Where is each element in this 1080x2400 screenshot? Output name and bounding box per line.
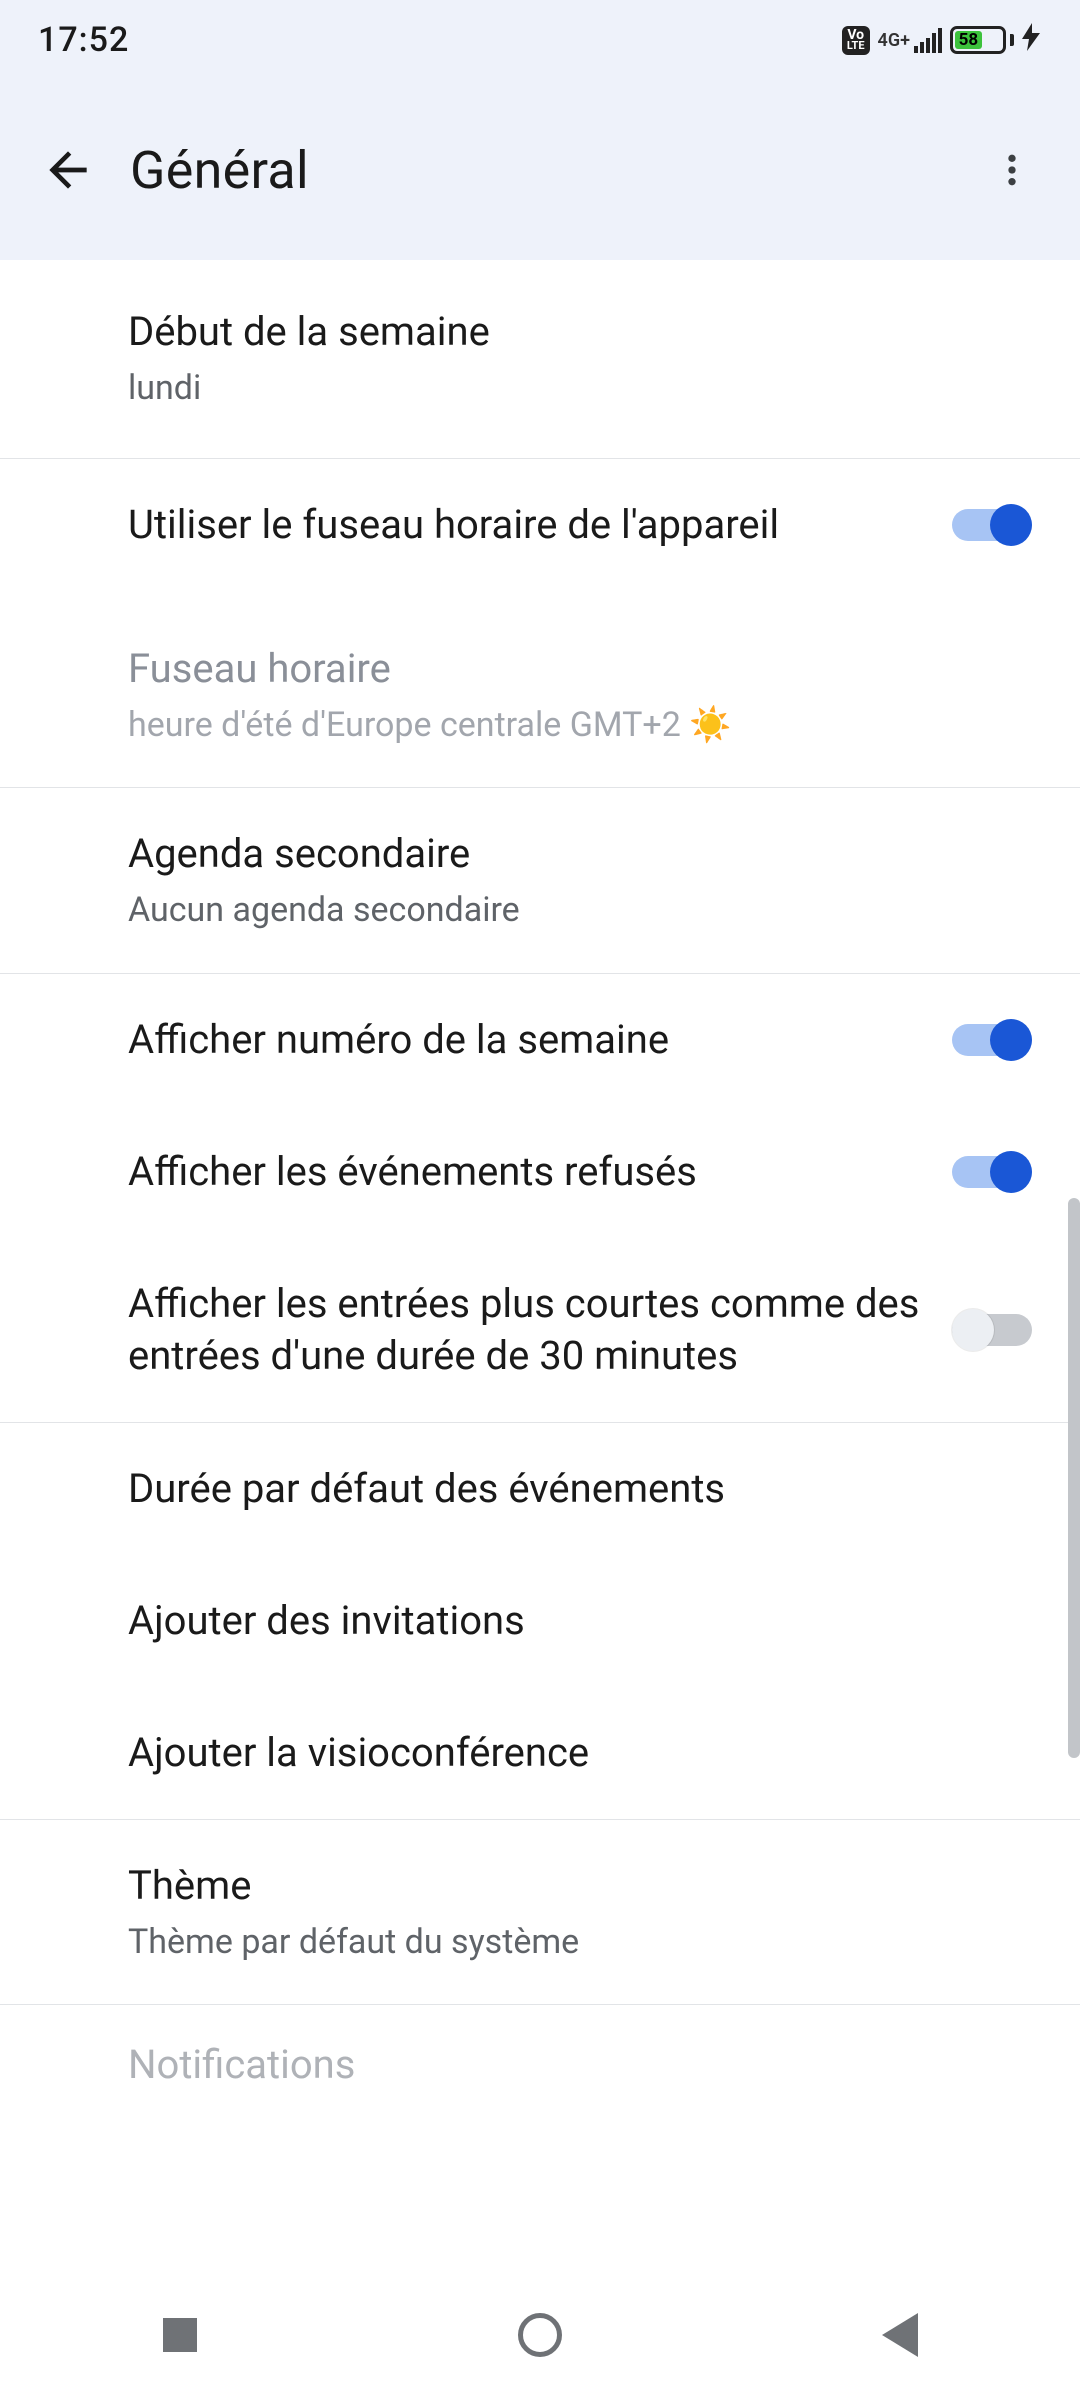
- setting-short-as-30[interactable]: Afficher les entrées plus courtes comme …: [0, 1238, 1080, 1422]
- setting-value: Aucun agenda secondaire: [128, 888, 1032, 932]
- setting-add-video[interactable]: Ajouter la visioconférence: [0, 1687, 1080, 1819]
- setting-secondary-calendar[interactable]: Agenda secondaire Aucun agenda secondair…: [0, 788, 1080, 972]
- arrow-left-icon: [40, 142, 96, 198]
- nav-recents-button[interactable]: [90, 2295, 270, 2375]
- setting-theme[interactable]: Thème Thème par défaut du système: [0, 1820, 1080, 2004]
- overflow-menu-button[interactable]: [968, 126, 1056, 214]
- status-right: VoLTE 4G+ 58: [842, 23, 1040, 57]
- settings-list: Début de la semaine lundi Utiliser le fu…: [0, 260, 1080, 2088]
- setting-timezone: Fuseau horaire heure d'été d'Europe cent…: [0, 591, 1080, 787]
- setting-title: Afficher les entrées plus courtes comme …: [128, 1278, 928, 1382]
- scroll-indicator[interactable]: [1068, 1198, 1080, 1758]
- status-bar: 17:52 VoLTE 4G+ 58: [0, 0, 1080, 80]
- setting-title: Utiliser le fuseau horaire de l'appareil: [128, 499, 928, 551]
- toggle-device-timezone[interactable]: [952, 501, 1032, 549]
- setting-title: Thème: [128, 1860, 1032, 1912]
- nav-home-button[interactable]: [450, 2295, 630, 2375]
- setting-title: Agenda secondaire: [128, 828, 1032, 880]
- toggle-short-as-30[interactable]: [952, 1306, 1032, 1354]
- setting-notifications-cutoff: Notifications: [0, 2005, 1080, 2088]
- nav-back-button[interactable]: [810, 2295, 990, 2375]
- setting-value: heure d'été d'Europe centrale GMT+2 ☀️: [128, 703, 1032, 747]
- setting-title: Afficher les événements refusés: [128, 1146, 928, 1198]
- toggle-show-declined[interactable]: [952, 1148, 1032, 1196]
- battery-percent: 58: [955, 31, 982, 49]
- setting-title: Ajouter la visioconférence: [128, 1727, 1032, 1779]
- setting-title: Notifications: [128, 2041, 1032, 2088]
- setting-title: Ajouter des invitations: [128, 1595, 1032, 1647]
- charging-icon: [1022, 23, 1040, 57]
- app-header: Général: [0, 80, 1080, 260]
- square-icon: [163, 2318, 197, 2352]
- setting-title: Durée par défaut des événements: [128, 1463, 1032, 1515]
- battery-indicator: 58: [950, 26, 1014, 54]
- volte-icon: VoLTE: [842, 26, 870, 55]
- setting-device-timezone[interactable]: Utiliser le fuseau horaire de l'appareil: [0, 459, 1080, 591]
- back-button[interactable]: [24, 126, 112, 214]
- system-nav-bar: [0, 2270, 1080, 2400]
- circle-icon: [518, 2313, 562, 2357]
- toggle-show-week-number[interactable]: [952, 1016, 1032, 1064]
- setting-show-declined[interactable]: Afficher les événements refusés: [0, 1106, 1080, 1238]
- setting-default-duration[interactable]: Durée par défaut des événements: [0, 1423, 1080, 1555]
- setting-value: Thème par défaut du système: [128, 1920, 1032, 1964]
- network-type-label: 4G+: [878, 30, 910, 51]
- setting-add-invitations[interactable]: Ajouter des invitations: [0, 1555, 1080, 1687]
- page-title: Général: [130, 140, 309, 201]
- more-vert-icon: [992, 146, 1032, 194]
- setting-value: lundi: [128, 366, 1032, 410]
- setting-show-week-number[interactable]: Afficher numéro de la semaine: [0, 974, 1080, 1106]
- setting-title: Afficher numéro de la semaine: [128, 1014, 928, 1066]
- setting-title: Fuseau horaire: [128, 643, 1032, 695]
- signal-icon: [914, 27, 942, 53]
- status-time: 17:52: [38, 20, 129, 60]
- triangle-left-icon: [882, 2313, 918, 2357]
- setting-week-start[interactable]: Début de la semaine lundi: [0, 260, 1080, 458]
- setting-title: Début de la semaine: [128, 306, 1032, 358]
